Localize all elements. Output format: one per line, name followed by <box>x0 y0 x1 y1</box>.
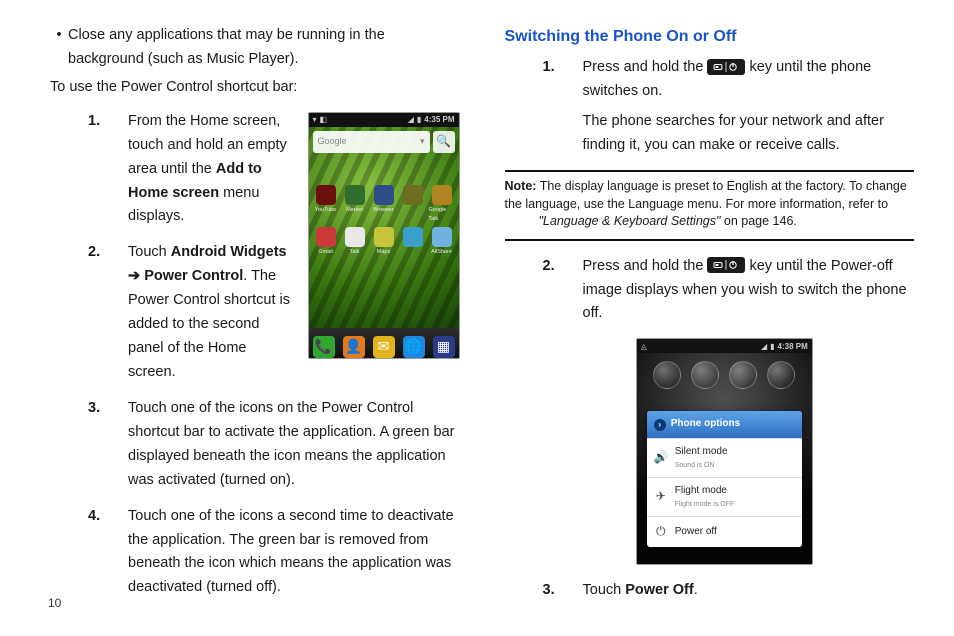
step-body: Touch Power Off. <box>583 579 915 603</box>
dock-messaging-icon: ✉ <box>373 336 395 358</box>
step-number: 4. <box>80 505 128 601</box>
note-block: Note: The display language is preset to … <box>505 170 915 241</box>
option-flight-mode: ✈ Flight mode Flight mode is OFF <box>647 477 802 516</box>
app-icon: Market <box>342 185 368 224</box>
dock-phone-icon: 📞 <box>313 336 335 358</box>
app-icon <box>400 227 426 257</box>
list-step: 1. From the Home screen, touch and hold … <box>80 110 298 230</box>
note-label: Note: <box>505 179 537 193</box>
left-column: • Close any applications that may be run… <box>50 24 460 615</box>
dimmed-icon-row <box>637 353 812 389</box>
section-heading: Switching the Phone On or Off <box>505 24 915 50</box>
search-icon: 🔍 <box>433 131 455 153</box>
power-control-intro: To use the Power Control shortcut bar: <box>50 76 460 100</box>
dim-icon <box>653 361 681 389</box>
step-body: Touch one of the icons a second time to … <box>128 505 460 601</box>
chevron-icon: › <box>654 419 666 431</box>
phone-dock: 📞 👤 ✉ 🌐 ▦ <box>309 328 459 359</box>
app-icon: Talk <box>342 227 368 257</box>
bullet-text: Close any applications that may be runni… <box>68 24 460 72</box>
list-step: 2. Touch Android Widgets ➔ Power Control… <box>80 241 298 385</box>
bullet-marker: • <box>50 24 68 72</box>
phone-options-screenshot: ◬ ◢▮ 4:38 PM › Phone options <box>636 338 813 565</box>
dock-contacts-icon: 👤 <box>343 336 365 358</box>
option-silent-mode: 🔊 Silent mode Sound is ON <box>647 438 802 477</box>
step-body: From the Home screen, touch and hold an … <box>128 110 298 230</box>
right-column: Switching the Phone On or Off 1. Press a… <box>505 24 915 615</box>
step-number: 2. <box>535 255 583 327</box>
list-step: 1. Press and hold the key until the phon… <box>535 56 915 158</box>
google-search-pill: Google ▾ <box>313 131 430 153</box>
power-key-icon <box>707 257 745 273</box>
app-icon <box>400 185 426 224</box>
step-number: 3. <box>80 397 128 493</box>
note-reference: "Language & Keyboard Settings" <box>539 214 721 228</box>
search-widget: Google ▾ 🔍 <box>313 131 455 153</box>
dialog-header: › Phone options <box>647 411 802 438</box>
page-number: 10 <box>48 594 61 614</box>
step-body: Press and hold the key until the Power-o… <box>583 255 915 327</box>
list-step: 2. Press and hold the key until the Powe… <box>535 255 915 327</box>
step-body: Press and hold the key until the phone s… <box>583 56 915 158</box>
step-number: 3. <box>535 579 583 603</box>
app-icon: Google Talk <box>429 185 455 224</box>
app-icon: AllShare <box>429 227 455 257</box>
search-brand: Google <box>318 134 347 149</box>
step-number: 1. <box>80 110 128 230</box>
power-icon: ⏻ <box>654 522 668 542</box>
status-time: 4:38 PM <box>778 340 808 353</box>
app-icon: Browser <box>371 185 397 224</box>
dock-apps-icon: ▦ <box>433 336 455 358</box>
left-steps-container: ▾◧ ◢▮ 4:35 PM Google ▾ 🔍 YouTube <box>80 110 460 613</box>
phone-home-screenshot: ▾◧ ◢▮ 4:35 PM Google ▾ 🔍 YouTube <box>308 112 460 359</box>
bullet-item: • Close any applications that may be run… <box>50 24 460 72</box>
dock-browser-icon: 🌐 <box>403 336 425 358</box>
app-icon-grid: YouTube Market Browser Google Talk Gmail… <box>313 185 455 257</box>
step-number: 1. <box>535 56 583 158</box>
mic-icon: ▾ <box>420 134 425 149</box>
option-power-off: ⏻ Power off <box>647 516 802 547</box>
app-icon: Gmail <box>313 227 339 257</box>
status-bar: ◬ ◢▮ 4:38 PM <box>637 339 812 353</box>
dialog-title: Phone options <box>671 416 740 433</box>
power-key-icon <box>707 59 745 75</box>
sound-icon: 🔊 <box>654 448 668 468</box>
dimmed-background: › Phone options 🔊 Silent mode Sound is O… <box>637 353 812 564</box>
airplane-icon: ✈ <box>654 487 668 507</box>
step-body: Touch Android Widgets ➔ Power Control. T… <box>128 241 298 385</box>
list-step: 3. Touch Power Off. <box>535 579 915 603</box>
home-wallpaper: Google ▾ 🔍 YouTube Market Browser Google… <box>309 127 459 328</box>
dim-icon <box>729 361 757 389</box>
dim-icon <box>691 361 719 389</box>
dim-icon <box>767 361 795 389</box>
phone-options-dialog: › Phone options 🔊 Silent mode Sound is O… <box>647 411 802 546</box>
list-step: 3. Touch one of the icons on the Power C… <box>80 397 460 493</box>
step-number: 2. <box>80 241 128 385</box>
list-step: 4. Touch one of the icons a second time … <box>80 505 460 601</box>
right-steps-container: 1. Press and hold the key until the phon… <box>535 56 915 158</box>
status-bar: ▾◧ ◢▮ 4:35 PM <box>309 113 459 127</box>
app-icon: Maps <box>371 227 397 257</box>
app-icon: YouTube <box>313 185 339 224</box>
right-steps-container-2: 2. Press and hold the key until the Powe… <box>535 255 915 604</box>
page-content: • Close any applications that may be run… <box>0 0 954 615</box>
status-time: 4:35 PM <box>424 113 454 126</box>
step-body: Touch one of the icons on the Power Cont… <box>128 397 460 493</box>
